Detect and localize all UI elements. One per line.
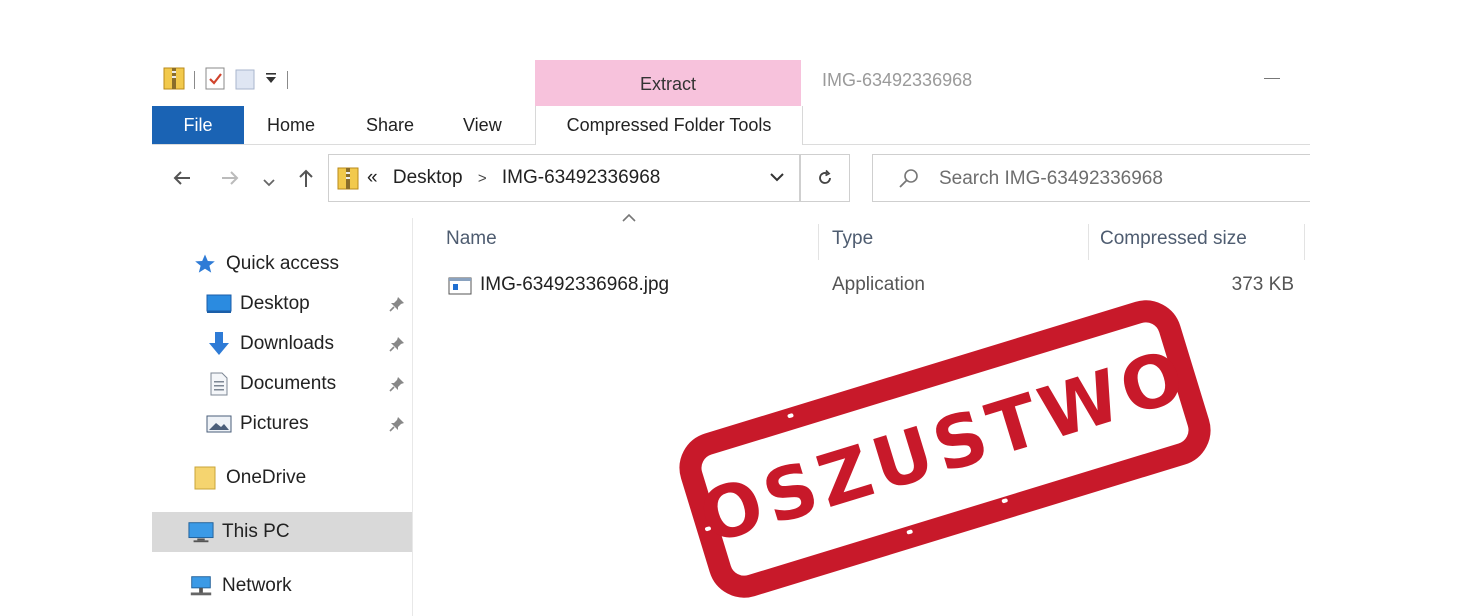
navigation-bar: « Desktop > IMG-63492336968 (152, 154, 1310, 206)
monitor-icon (188, 520, 214, 544)
column-divider[interactable] (1088, 224, 1089, 260)
document-icon (206, 372, 232, 396)
sidebar-item-label: OneDrive (226, 467, 307, 488)
navigation-pane: Quick access Desktop Downloads Documents… (152, 218, 413, 616)
column-header-type[interactable]: Type (832, 218, 873, 260)
sidebar-item-desktop[interactable]: Desktop (152, 284, 412, 324)
toolbar-separator (194, 71, 195, 89)
minimize-button[interactable] (1264, 78, 1280, 79)
up-arrow-icon[interactable] (294, 166, 318, 196)
ribbon-tabs: File Home Share View Compressed Folder T… (152, 106, 1310, 145)
application-file-icon (448, 277, 472, 301)
sidebar-item-label: Network (222, 575, 292, 596)
column-header-compressed-size[interactable]: Compressed size (1100, 218, 1247, 260)
file-type: Application (832, 274, 925, 295)
tab-share[interactable]: Share (366, 106, 414, 144)
folder-icon (192, 466, 218, 490)
address-dropdown-chevron-icon[interactable] (769, 169, 785, 188)
sidebar-item-quick-access[interactable]: Quick access (152, 244, 412, 284)
sidebar-item-this-pc[interactable]: This PC (152, 512, 412, 552)
search-box[interactable] (872, 154, 1310, 202)
tab-file[interactable]: File (152, 106, 244, 144)
file-list: Name Type Compressed size IMG-6349233696… (434, 213, 1310, 616)
extract-label: Extract (639, 74, 696, 94)
toolbar-separator (287, 71, 288, 89)
new-folder-icon[interactable] (233, 65, 257, 96)
tab-view[interactable]: View (463, 106, 502, 144)
pin-icon[interactable] (388, 295, 406, 319)
sidebar-item-network[interactable]: Network (152, 566, 412, 606)
window-title: IMG-63492336968 (822, 70, 973, 90)
sidebar-item-label: Downloads (240, 333, 334, 354)
breadcrumb-current-folder[interactable]: IMG-63492336968 (502, 167, 660, 188)
desktop-icon (206, 292, 232, 316)
search-icon (897, 166, 921, 195)
search-input[interactable] (937, 163, 1301, 195)
sidebar-item-documents[interactable]: Documents (152, 364, 412, 404)
pin-icon[interactable] (388, 415, 406, 439)
sidebar-item-label: This PC (222, 521, 290, 542)
quick-access-toolbar (162, 66, 290, 94)
breadcrumb-overflow[interactable]: « (367, 167, 378, 188)
file-name: IMG-63492336968.jpg (480, 274, 670, 295)
customize-dropdown-icon[interactable] (263, 65, 279, 96)
column-header-name[interactable]: Name (446, 218, 497, 260)
file-size: 373 KB (1231, 274, 1294, 295)
column-divider[interactable] (818, 224, 819, 260)
address-bar[interactable]: « Desktop > IMG-63492336968 (328, 154, 800, 202)
pin-icon[interactable] (388, 375, 406, 399)
breadcrumb-desktop[interactable]: Desktop (393, 167, 463, 188)
pictures-icon (206, 412, 232, 436)
tab-home[interactable]: Home (267, 106, 315, 144)
download-arrow-icon (206, 332, 232, 356)
breadcrumb-separator[interactable]: > (478, 170, 487, 187)
sort-ascending-icon (622, 212, 636, 226)
sidebar-item-label: Desktop (240, 293, 310, 314)
explorer-window: Extract IMG-63492336968 File Home Share … (152, 58, 1310, 616)
sidebar-item-pictures[interactable]: Pictures (152, 404, 412, 444)
sidebar-item-label: Quick access (226, 253, 339, 274)
star-icon (192, 252, 218, 276)
forward-arrow-icon[interactable] (218, 166, 242, 196)
refresh-icon (816, 169, 834, 192)
zip-folder-icon (162, 65, 186, 96)
refresh-button[interactable] (800, 154, 850, 202)
recent-locations-chevron-icon[interactable] (262, 170, 276, 196)
network-icon (188, 574, 214, 598)
properties-icon[interactable] (203, 65, 227, 96)
sidebar-item-downloads[interactable]: Downloads (152, 324, 412, 364)
sidebar-item-label: Documents (240, 373, 337, 394)
extract-context-header: Extract (535, 60, 801, 106)
pin-icon[interactable] (388, 335, 406, 359)
table-row[interactable]: IMG-63492336968.jpg Application 373 KB (434, 268, 1310, 304)
sidebar-item-label: Pictures (240, 413, 309, 434)
sidebar-item-onedrive[interactable]: OneDrive (152, 458, 412, 498)
tab-compressed-folder-tools[interactable]: Compressed Folder Tools (535, 106, 803, 145)
column-divider[interactable] (1304, 224, 1305, 260)
back-arrow-icon[interactable] (170, 166, 194, 196)
breadcrumb: « Desktop > IMG-63492336968 (367, 155, 660, 201)
zip-folder-icon (337, 165, 359, 196)
